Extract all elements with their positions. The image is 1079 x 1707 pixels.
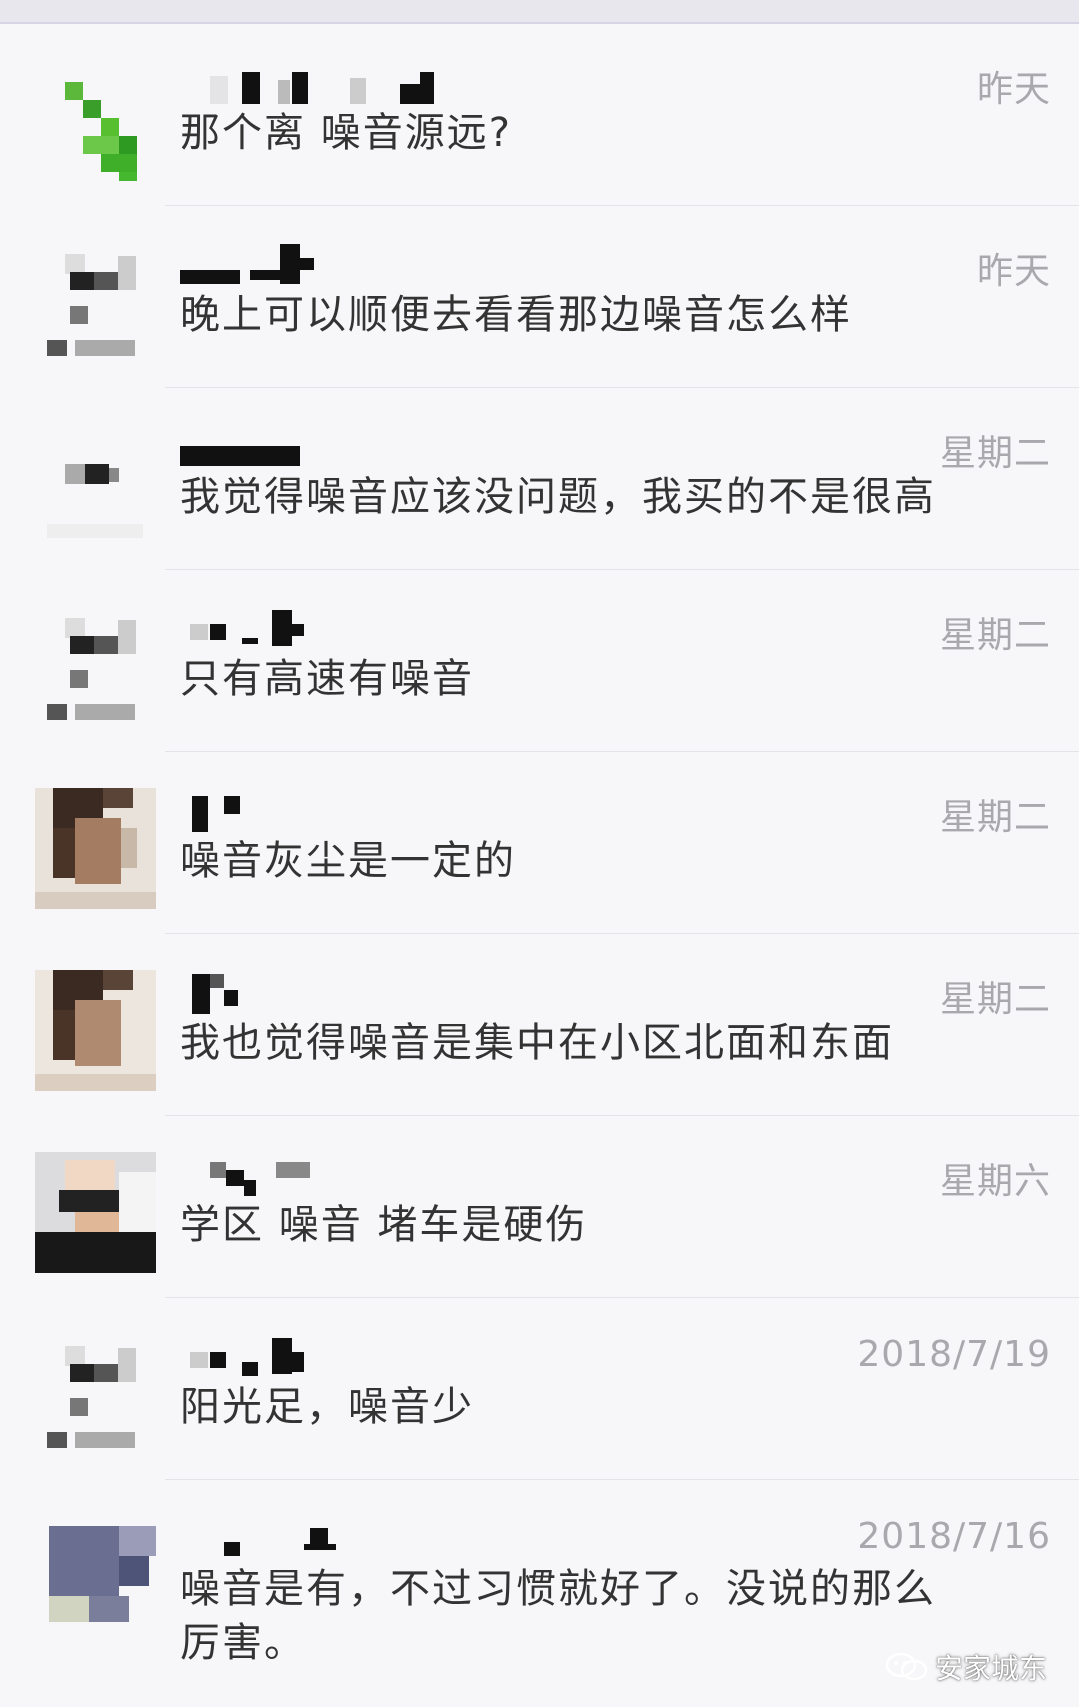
contact-name-pixelated — [180, 1150, 580, 1196]
avatar — [35, 60, 156, 181]
contact-name-pixelated — [180, 604, 580, 648]
chat-row[interactable]: 我也觉得噪音是集中在小区北面和东面 星期二 — [0, 934, 1079, 1116]
watermark-text: 安家城东 — [934, 1652, 1047, 1685]
chat-row[interactable]: 学区 噪音 堵车是硬伤 星期六 — [0, 1116, 1079, 1298]
wechat-icon — [885, 1652, 929, 1682]
avatar — [35, 1516, 156, 1637]
message-time: 星期二 — [939, 797, 1051, 838]
message-preview: 那个离 噪音源远? — [180, 110, 512, 156]
chat-row[interactable]: 噪音灰尘是一定的 星期二 — [0, 752, 1079, 934]
message-preview: 噪音是有，不过习惯就好了。没说的那么厉害。 — [180, 1566, 936, 1666]
watermark: 安家城东 — [885, 1647, 1047, 1687]
message-preview: 阳光足，噪音少 — [180, 1384, 474, 1430]
avatar — [35, 970, 156, 1091]
message-time: 星期二 — [939, 433, 1051, 474]
avatar — [35, 788, 156, 909]
message-time: 昨天 — [976, 251, 1051, 292]
message-preview: 我觉得噪音应该没问题，我买的不是很高 — [180, 474, 936, 520]
avatar — [35, 606, 156, 727]
message-time: 星期二 — [939, 615, 1051, 656]
contact-name-pixelated — [180, 1514, 580, 1558]
message-time: 星期六 — [939, 1161, 1051, 1202]
contact-name-pixelated — [180, 786, 580, 832]
status-bar — [0, 0, 1079, 24]
contact-name-pixelated — [180, 58, 580, 104]
message-preview: 晚上可以顺便去看看那边噪音怎么样 — [180, 292, 852, 338]
message-time: 昨天 — [976, 69, 1051, 110]
message-time: 2018/7/16 — [857, 1516, 1051, 1557]
message-preview: 只有高速有噪音 — [180, 656, 474, 702]
chat-row[interactable]: 阳光足，噪音少 2018/7/19 — [0, 1298, 1079, 1480]
chat-row[interactable]: 我觉得噪音应该没问题，我买的不是很高 星期二 — [0, 388, 1079, 570]
avatar — [35, 1152, 156, 1273]
chat-row[interactable]: 那个离 噪音源远? 昨天 — [0, 24, 1079, 206]
message-time: 星期二 — [939, 979, 1051, 1020]
avatar — [35, 424, 156, 545]
contact-name-pixelated — [180, 422, 580, 466]
contact-name-pixelated — [180, 968, 580, 1014]
chat-row[interactable]: 只有高速有噪音 星期二 — [0, 570, 1079, 752]
chat-row[interactable]: 晚上可以顺便去看看那边噪音怎么样 昨天 — [0, 206, 1079, 388]
message-preview: 我也觉得噪音是集中在小区北面和东面 — [180, 1020, 894, 1066]
message-time: 2018/7/19 — [857, 1334, 1051, 1375]
avatar — [35, 242, 156, 363]
contact-name-pixelated — [180, 1332, 580, 1376]
contact-name-pixelated — [180, 240, 580, 284]
message-preview: 学区 噪音 堵车是硬伤 — [180, 1202, 588, 1248]
avatar — [35, 1334, 156, 1455]
message-preview: 噪音灰尘是一定的 — [180, 838, 516, 884]
